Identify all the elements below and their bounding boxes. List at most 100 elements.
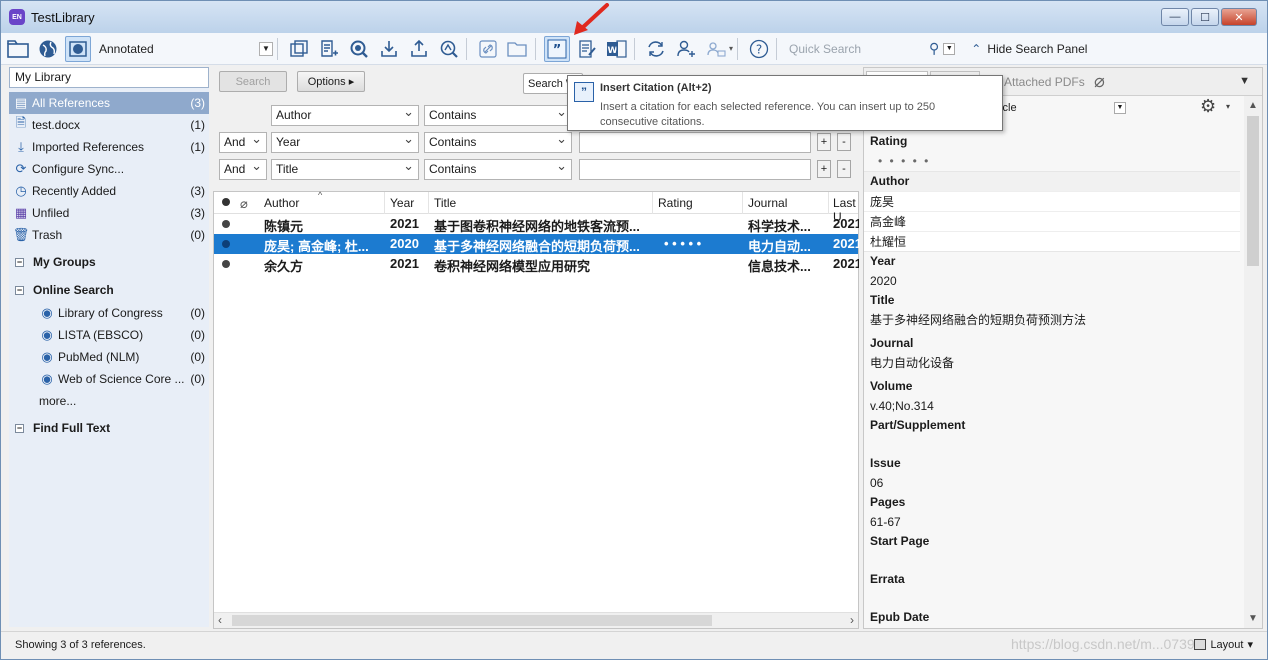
- table-row-selected[interactable]: 庞昊; 高金峰; 杜... 2020 基于多神经网络融合的短期负荷预... • …: [214, 234, 859, 254]
- read-status-icon[interactable]: [222, 220, 230, 228]
- online-search-section[interactable]: − Online Search: [9, 278, 209, 302]
- hide-search-panel-button[interactable]: ⌃ Hide Search Panel: [971, 42, 1087, 56]
- rating-dots[interactable]: • • • • •: [864, 151, 1262, 171]
- layout-button[interactable]: Layout ▾: [1194, 638, 1253, 651]
- online-search-icon[interactable]: [346, 36, 372, 62]
- integrated-library-mode-icon[interactable]: [65, 35, 91, 62]
- author-field[interactable]: Author 庞昊 高金峰 杜耀恒: [864, 171, 1240, 252]
- search-term-input[interactable]: [579, 132, 811, 153]
- search-operator-select[interactable]: Contains: [424, 156, 572, 180]
- quick-search-input[interactable]: Quick Search: [789, 38, 925, 60]
- group-unfiled[interactable]: ▦ Unfiled (3): [9, 202, 209, 224]
- chevron-down-icon[interactable]: ▾: [1226, 102, 1230, 111]
- chevron-down-icon[interactable]: ▼: [1239, 75, 1250, 87]
- vertical-scrollbar[interactable]: ▲ ▼: [1244, 96, 1262, 628]
- issue-value[interactable]: 06: [864, 473, 1262, 493]
- group-recently-added[interactable]: ◷ Recently Added (3): [9, 180, 209, 202]
- volume-value[interactable]: v.40;No.314: [864, 396, 1262, 416]
- author-value[interactable]: 杜耀恒: [864, 231, 1240, 251]
- search-button[interactable]: Search: [219, 71, 287, 92]
- online-lista-ebsco[interactable]: ◉ LISTA (EBSCO) (0): [9, 324, 209, 346]
- scroll-right-icon[interactable]: ›: [850, 613, 854, 627]
- author-value[interactable]: 高金峰: [864, 211, 1240, 231]
- return-to-word-icon[interactable]: W: [604, 36, 630, 62]
- column-divider[interactable]: [652, 192, 653, 214]
- table-row[interactable]: 陈镇元 2021 基于图卷积神经网络的地铁客流预... 科学技术... 2021: [214, 214, 859, 234]
- column-divider[interactable]: [828, 192, 829, 214]
- online-search-mode-icon[interactable]: [35, 36, 61, 62]
- title-value[interactable]: 基于多神经网络融合的短期负荷预测方法: [864, 310, 1262, 330]
- group-trash[interactable]: 🗑 Trash (0): [9, 224, 209, 246]
- library-header[interactable]: My Library: [9, 67, 209, 88]
- scrollbar-thumb[interactable]: [232, 615, 712, 626]
- online-pubmed[interactable]: ◉ PubMed (NLM) (0): [9, 346, 209, 368]
- column-journal[interactable]: Journal: [748, 196, 787, 210]
- group-configure-sync[interactable]: ⟳ Configure Sync...: [9, 158, 209, 180]
- more-online-sources-link[interactable]: more...: [9, 390, 209, 412]
- format-bibliography-icon[interactable]: [574, 36, 600, 62]
- new-reference-icon[interactable]: [316, 36, 342, 62]
- horizontal-scrollbar[interactable]: ‹ ›: [214, 612, 858, 628]
- column-title[interactable]: Title: [434, 196, 456, 210]
- read-status-column-icon[interactable]: [222, 198, 230, 206]
- chevron-down-icon[interactable]: ▾: [729, 44, 733, 53]
- chevron-down-icon[interactable]: ▼: [1114, 102, 1126, 114]
- start-page-value[interactable]: [864, 551, 1262, 570]
- scroll-left-icon[interactable]: ‹: [218, 613, 222, 627]
- column-divider[interactable]: [428, 192, 429, 214]
- find-full-text-section[interactable]: − Find Full Text: [9, 416, 209, 440]
- chevron-down-icon[interactable]: ▼: [943, 42, 956, 55]
- share-library-icon[interactable]: [673, 36, 699, 62]
- year-value[interactable]: 2020: [864, 271, 1262, 291]
- online-library-of-congress[interactable]: ◉ Library of Congress (0): [9, 302, 209, 324]
- search-operator-select[interactable]: Contains: [424, 129, 572, 153]
- column-divider[interactable]: [742, 192, 743, 214]
- part-supplement-value[interactable]: [864, 435, 1262, 454]
- column-rating[interactable]: Rating: [658, 196, 693, 210]
- search-icon[interactable]: ⚲: [929, 40, 939, 57]
- scrollbar-thumb[interactable]: [1247, 116, 1259, 266]
- gear-icon[interactable]: ⚙: [1200, 96, 1216, 117]
- column-author[interactable]: Author: [264, 196, 299, 210]
- group-sharing-icon[interactable]: [703, 36, 729, 62]
- options-button[interactable]: Options ▸: [297, 71, 365, 92]
- maximize-button[interactable]: ☐: [1191, 8, 1219, 26]
- search-term-input[interactable]: [579, 159, 811, 180]
- journal-value[interactable]: 电力自动化设备: [864, 353, 1262, 373]
- remove-search-row-button[interactable]: -: [837, 133, 851, 151]
- column-year[interactable]: Year: [390, 196, 414, 210]
- import-icon[interactable]: [376, 36, 402, 62]
- collapse-icon[interactable]: −: [15, 257, 24, 267]
- scroll-down-icon[interactable]: ▼: [1248, 613, 1258, 624]
- pages-value[interactable]: 61-67: [864, 512, 1262, 532]
- search-field-select[interactable]: Author: [271, 102, 419, 126]
- close-button[interactable]: ✕: [1221, 8, 1257, 26]
- read-status-icon[interactable]: [222, 240, 230, 248]
- minimize-button[interactable]: —: [1161, 8, 1189, 26]
- scroll-up-icon[interactable]: ▲: [1248, 100, 1258, 111]
- search-operator-select[interactable]: Contains: [424, 102, 572, 126]
- group-all-references[interactable]: ▤ All References (3): [9, 92, 209, 114]
- online-web-of-science[interactable]: ◉ Web of Science Core ... (0): [9, 368, 209, 390]
- author-value[interactable]: 庞昊: [864, 191, 1240, 211]
- collapse-icon[interactable]: −: [15, 285, 24, 295]
- output-style-select[interactable]: Annotated ▼: [99, 38, 273, 60]
- copy-to-library-icon[interactable]: [286, 36, 312, 62]
- table-row[interactable]: 余久方 2021 卷积神经网络模型应用研究 信息技术... 2021: [214, 254, 859, 274]
- search-field-select[interactable]: Title: [271, 156, 419, 180]
- read-status-icon[interactable]: [222, 260, 230, 268]
- search-field-select[interactable]: Year: [271, 129, 419, 153]
- open-file-icon[interactable]: [505, 36, 531, 62]
- find-full-text-icon[interactable]: [436, 36, 462, 62]
- remove-search-row-button[interactable]: -: [837, 160, 851, 178]
- open-link-icon[interactable]: [475, 36, 501, 62]
- group-test-docx[interactable]: 🗎 test.docx (1): [9, 114, 209, 136]
- row-rating[interactable]: • • • • •: [664, 236, 701, 251]
- help-icon[interactable]: ?: [746, 36, 772, 62]
- tab-attached-pdfs[interactable]: Attached PDFs: [1004, 75, 1085, 89]
- errata-value[interactable]: [864, 589, 1262, 608]
- group-imported-references[interactable]: ⤓ Imported References (1): [9, 136, 209, 158]
- insert-citation-icon[interactable]: ”: [544, 35, 570, 62]
- add-search-row-button[interactable]: +: [817, 160, 831, 178]
- export-icon[interactable]: [406, 36, 432, 62]
